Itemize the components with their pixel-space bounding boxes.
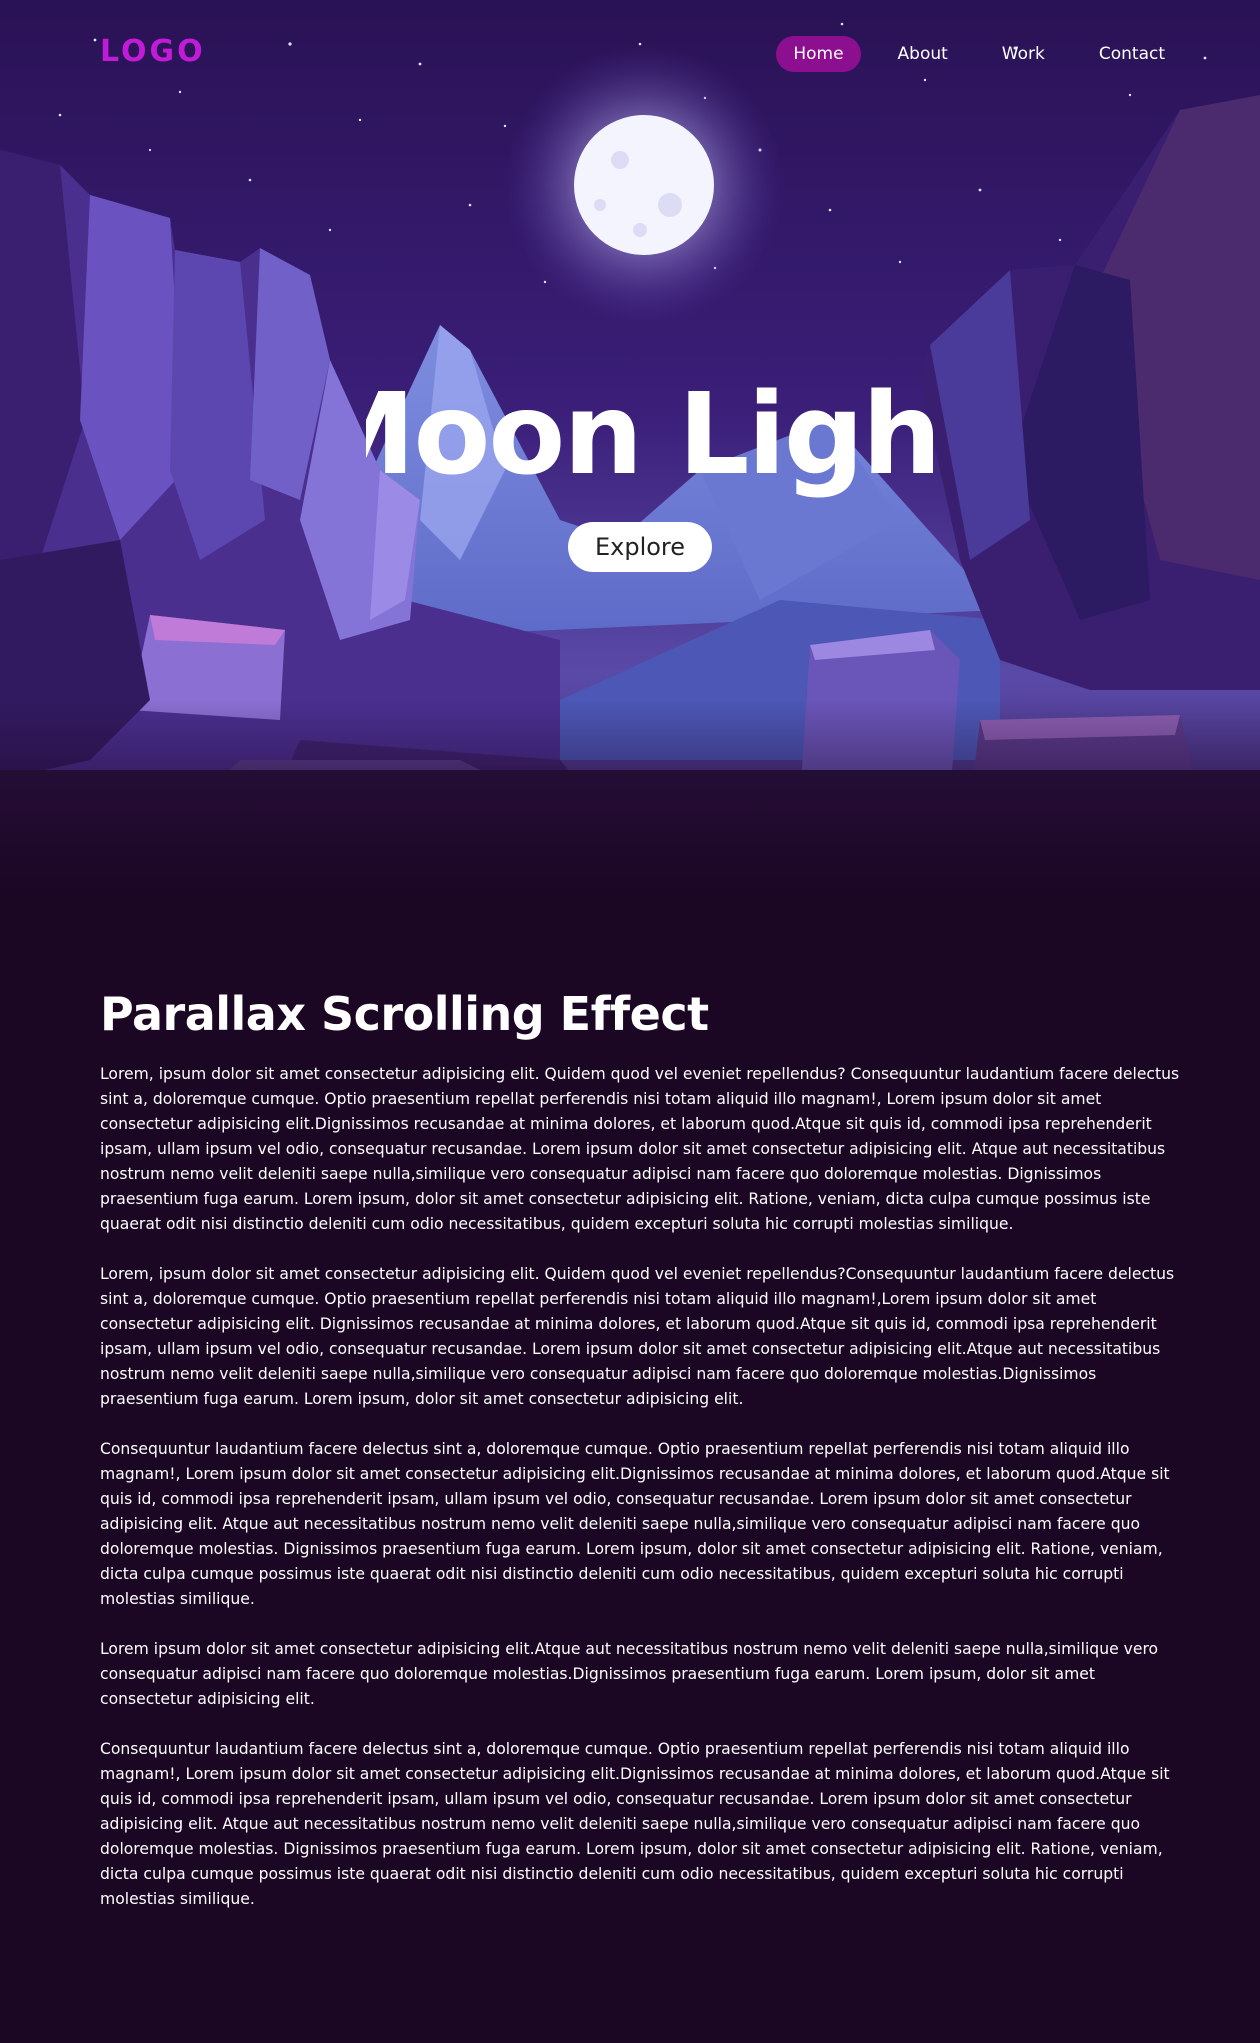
paragraph: Consequuntur laudantium facere delectus … (100, 1440, 1170, 1608)
paragraph: Lorem, ipsum dolor sit amet consectetur … (100, 1265, 1175, 1408)
nav-link-work[interactable]: Work (985, 36, 1062, 72)
hero-title: Moon Light (366, 370, 936, 500)
nav-link-home[interactable]: Home (776, 36, 861, 72)
paragraph: Consequuntur laudantium facere delectus … (100, 1740, 1170, 1908)
paragraph: Lorem, ipsum dolor sit amet consectetur … (100, 1065, 1180, 1233)
section-heading: Parallax Scrolling Effect (100, 987, 709, 1041)
site-logo[interactable]: LOGO (100, 34, 206, 69)
top-navigation: LOGO Home About Work Contact (0, 0, 1260, 110)
nav-link-contact[interactable]: Contact (1082, 36, 1182, 72)
paragraph: Lorem ipsum dolor sit amet consectetur a… (100, 1640, 1159, 1708)
moon-illustration (574, 115, 714, 255)
main-content: Parallax Scrolling Effect Lorem, ipsum d… (100, 984, 1180, 1937)
hero-title-container: Moon Light (366, 370, 936, 520)
hero-section: LOGO Home About Work Contact Moon Light … (0, 0, 1260, 900)
nav-links: Home About Work Contact (756, 36, 1182, 72)
nav-link-about[interactable]: About (881, 36, 965, 72)
explore-button[interactable]: Explore (568, 522, 712, 572)
